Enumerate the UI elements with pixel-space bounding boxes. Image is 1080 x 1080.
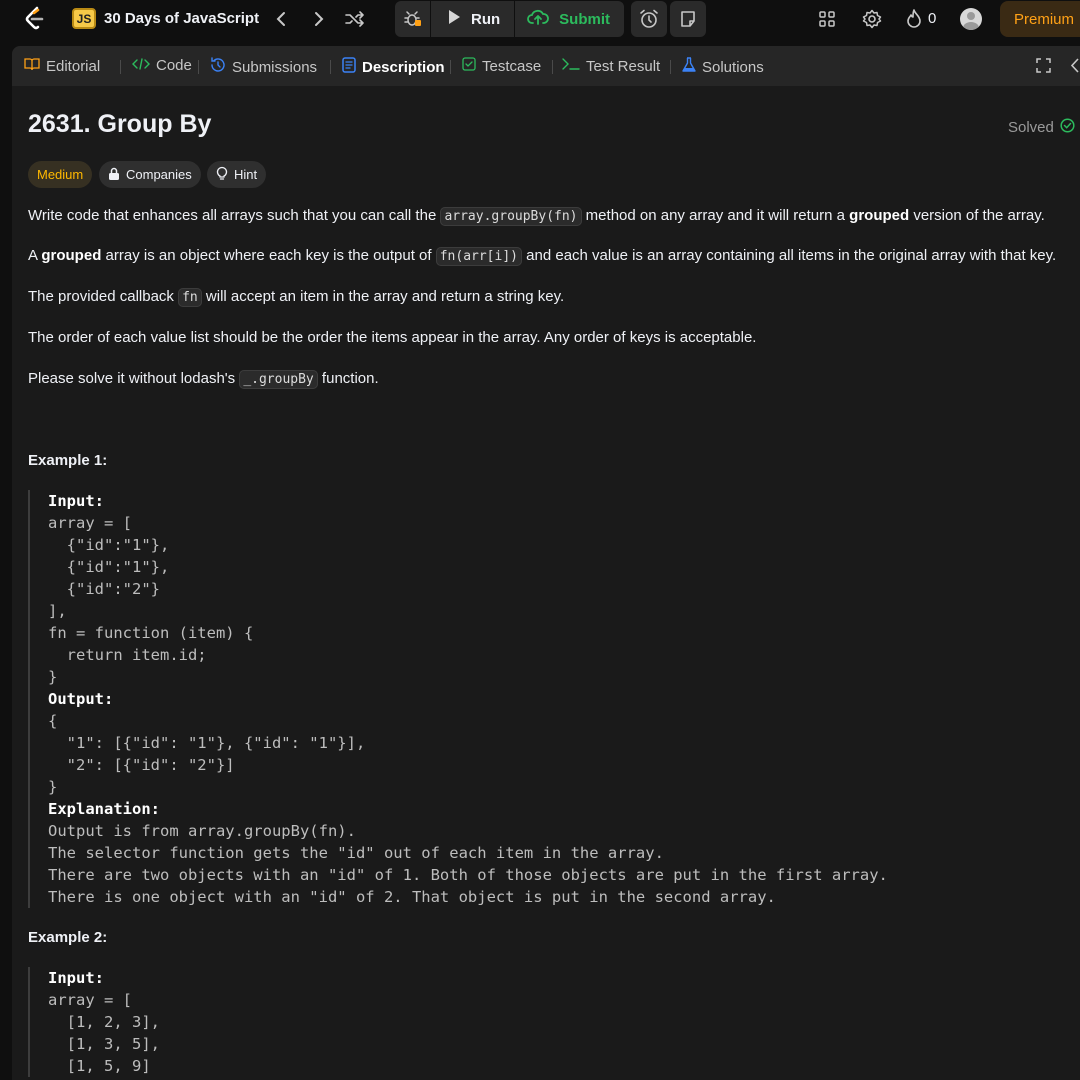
description-icon [342,57,356,77]
debug-bug-icon[interactable] [395,1,431,37]
example-2-title: Example 2: [28,929,108,946]
description-paragraph: The order of each value list should be t… [28,329,757,346]
tab-label: Editorial [46,57,101,75]
tab-code[interactable]: Code [132,57,192,74]
hint-label: Hint [234,167,258,182]
example-code-line: {"id":"1"}, [48,558,170,576]
panel-tabbar: Editorial Code Submissions Description T… [12,46,1080,86]
maximize-icon[interactable] [1036,58,1051,73]
tab-testcase[interactable]: Testcase [462,57,541,75]
inline-code: _.groupBy [239,370,318,389]
example-code-line: [1, 3, 5], [48,1035,160,1053]
example-1-title: Example 1: [28,452,108,469]
companies-button[interactable]: Companies [99,161,201,188]
streak-fire-icon[interactable] [904,9,924,29]
solved-label: Solved [1008,119,1054,136]
example-section-label: Input: [48,492,104,510]
shuffle-icon[interactable] [344,8,366,30]
notes-icon[interactable] [670,1,706,37]
flask-icon [682,57,696,77]
description-paragraph: A grouped array is an object where each … [28,247,1057,266]
tab-label: Submissions [232,58,318,76]
example-code-line: ], [48,602,67,620]
premium-button[interactable]: Premium [1000,1,1080,37]
tab-label: Code [156,57,192,74]
example-code-line: } [48,668,58,686]
history-icon [210,57,226,77]
next-problem-chevron-right-icon[interactable] [308,8,330,30]
check-circle-icon [1060,118,1075,137]
prev-problem-chevron-left-icon[interactable] [270,8,292,30]
study-plan-js-icon: JS [72,8,96,29]
example-2-block: Input: array = [ [1, 2, 3], [1, 3, 5], [1… [28,967,1080,1077]
example-code-line: There is one object with an "id" of 2. T… [48,888,776,906]
description-paragraph: Please solve it without lodash's _.group… [28,370,379,389]
example-section-label: Output: [48,690,114,708]
tab-label: Solutions [702,58,764,76]
play-icon [447,9,461,29]
run-submit-group: Run Submit [395,1,624,37]
description-paragraph: The provided callback fn will accept an … [28,288,565,307]
cloud-upload-icon [527,8,550,30]
book-icon [24,57,40,75]
hint-button[interactable]: Hint [207,161,267,188]
example-section-label: Input: [48,969,104,987]
layout-grid-icon[interactable] [817,9,837,29]
solved-status: Solved [1008,118,1075,137]
tab-editorial[interactable]: Editorial [24,57,100,75]
checkbox-icon [462,57,476,75]
top-navbar: JS 30 Days of JavaScript Run Submit 0 Pr… [0,0,1080,38]
example-code-line: Output is from array.groupBy(fn). [48,822,356,840]
example-code-line: [1, 5, 9] [48,1057,151,1075]
difficulty-badge: Medium [28,161,93,188]
description-panel: Editorial Code Submissions Description T… [12,46,1080,1080]
tab-submissions[interactable]: Submissions [210,57,317,77]
companies-label: Companies [126,167,192,182]
submit-label: Submit [559,10,611,28]
example-code-line: [1, 2, 3], [48,1013,160,1031]
lightbulb-icon [216,166,228,183]
example-1-block: Input: array = [ {"id":"1"}, {"id":"1"}, … [28,490,1080,908]
terminal-icon [562,57,580,75]
run-button[interactable]: Run [431,1,516,37]
example-code-line: fn = function (item) { [48,624,254,642]
example-code-line: array = [ [48,991,132,1009]
code-icon [132,57,150,74]
example-code-line: There are two objects with an "id" of 1.… [48,866,888,884]
problem-title[interactable]: 2631. Group By [28,110,211,139]
example-code-line: The selector function gets the "id" out … [48,844,664,862]
tab-label: Testcase [482,57,542,75]
submit-button[interactable]: Submit [515,1,623,37]
example-code-line: } [48,778,58,796]
inline-code: fn(arr[i]) [435,247,522,266]
settings-gear-icon[interactable] [862,9,882,29]
tab-description[interactable]: Description [342,57,445,77]
example-code-line: "1": [{"id": "1"}, {"id": "1"}], [48,734,366,752]
example-code-line: array = [ [48,514,132,532]
example-code-line: { [48,712,58,730]
example-code-line: {"id":"1"}, [48,536,170,554]
timer-alarm-icon[interactable] [631,1,667,37]
study-plan-title[interactable]: 30 Days of JavaScript [104,10,259,27]
inline-code: fn [178,288,202,307]
tab-test-result[interactable]: Test Result [562,57,660,75]
example-code-line: "2": [{"id": "2"}] [48,756,235,774]
tab-label: Description [362,58,445,76]
lock-icon [108,167,120,183]
collapse-chevron-left-icon[interactable] [1070,58,1080,73]
example-code-line: return item.id; [48,646,207,664]
tab-solutions[interactable]: Solutions [682,57,764,77]
description-paragraph: Write code that enhances all arrays such… [28,207,1045,226]
example-section-label: Explanation: [48,800,160,818]
user-avatar[interactable] [960,8,982,30]
run-label: Run [471,10,501,28]
tab-label: Test Result [586,57,661,75]
inline-code: array.groupBy(fn) [440,207,582,226]
example-code-line: {"id":"2"} [48,580,160,598]
streak-count: 0 [928,10,937,27]
leetcode-logo-icon[interactable] [23,6,47,32]
